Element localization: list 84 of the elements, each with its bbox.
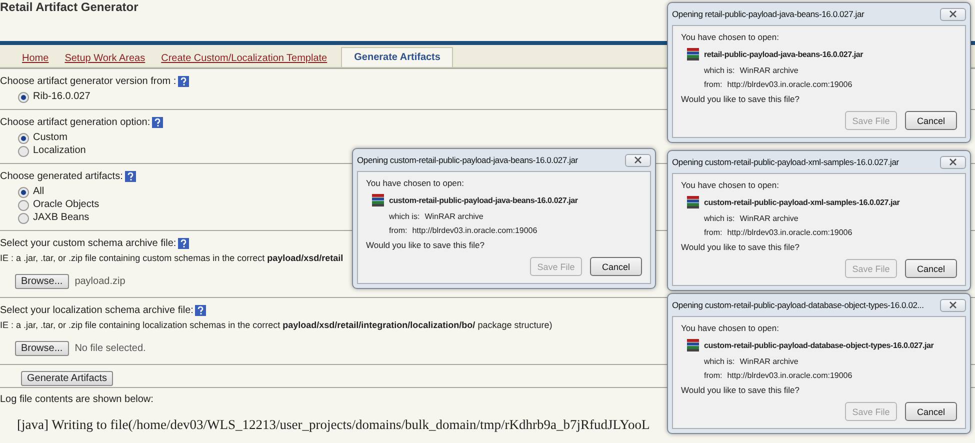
- tab[interactable]: Setup Work Areas: [56, 50, 154, 67]
- dialog-title: Opening custom-retail-public-payload-java-beans-16.0.027.jar: [357, 155, 578, 165]
- field-label: Select your localization schema archive file:: [0, 304, 194, 317]
- field-label: which is:: [389, 212, 420, 221]
- log-line: [java] Writing to file(/home/dev03/WLS_12213/user_projects/domains/bulk_domain/tmp/rKdhrb9a_b7jRfudJLYooL: [17, 417, 650, 433]
- generate-button[interactable]: Generate Artifacts: [21, 371, 114, 386]
- field-label: from:: [704, 80, 722, 89]
- help-icon[interactable]: [178, 238, 190, 249]
- dialog-question: Would you like to save this file?: [366, 240, 486, 250]
- radio-button[interactable]: [18, 186, 29, 198]
- hint-text: IE : a .jar, .tar, or .zip file containing localization schemas in the correct payload/xsd/retail/integration/localization/bo/ package structure): [0, 319, 552, 331]
- cancel-button[interactable]: Cancel: [905, 402, 957, 421]
- dialog-text: You have chosen to open:: [681, 32, 780, 42]
- dialog-question: Would you like to save this file?: [681, 385, 800, 395]
- file-type: WinRAR archive: [740, 214, 798, 223]
- dialog-text: You have chosen to open:: [681, 180, 780, 190]
- file-name: retail-public-payload-java-beans-16.0.027.jar: [704, 50, 864, 58]
- dialog-text: You have chosen to open:: [681, 323, 780, 333]
- dialog-title: Opening custom-retail-public-payload-database-object-types-16.0.02...: [672, 300, 924, 310]
- question-label: Choose artifact generator version from :: [0, 75, 176, 88]
- archive-icon: [686, 338, 700, 352]
- close-icon: [949, 10, 957, 18]
- option-label[interactable]: Rib-16.0.027: [33, 91, 90, 103]
- field-label: which is:: [704, 214, 735, 223]
- close-icon: [949, 301, 957, 309]
- app-title: Retail Artifact Generator: [0, 0, 138, 14]
- dialog-text: You have chosen to open:: [366, 178, 465, 188]
- dialog-title: Opening retail-public-payload-java-beans-16.0.027.jar: [672, 9, 864, 19]
- radio-button[interactable]: [18, 200, 29, 210]
- tab[interactable]: Generate Artifacts: [341, 47, 454, 67]
- radio-button[interactable]: [18, 92, 29, 102]
- question-label: Choose generated artifacts:: [0, 170, 123, 183]
- tab[interactable]: Create Custom/Localization Template: [153, 50, 336, 67]
- tab[interactable]: Home: [14, 50, 57, 67]
- file-name: custom-retail-public-payload-java-beans-16.0.027.jar: [389, 196, 578, 204]
- help-icon[interactable]: [152, 117, 164, 128]
- field-label: which is:: [704, 66, 735, 75]
- field-label: from:: [704, 228, 722, 237]
- hint-text: IE : a .jar, .tar, or .zip file containing custom schemas in the correct payload/xsd/retail: [0, 252, 344, 264]
- source-url: http://blrdev03.in.oracle.com:19006: [727, 80, 852, 89]
- help-icon[interactable]: [178, 76, 190, 87]
- radio-button[interactable]: [18, 146, 29, 156]
- question-label: Choose artifact generation option:: [0, 116, 150, 129]
- option-label[interactable]: All: [33, 186, 44, 198]
- cancel-button[interactable]: Cancel: [905, 111, 957, 130]
- file-name: custom-retail-public-payload-xml-samples-16.0.027.jar: [704, 198, 900, 206]
- file-name: No file selected.: [74, 343, 146, 354]
- close-icon: [634, 156, 642, 164]
- option-label[interactable]: JAXB Beans: [33, 212, 90, 224]
- archive-icon: [686, 47, 700, 61]
- close-button[interactable]: [625, 154, 651, 166]
- browse-button[interactable]: Browse...: [15, 274, 69, 289]
- file-type: WinRAR archive: [424, 212, 484, 221]
- log-label: Log file contents are shown below:: [0, 394, 154, 405]
- radio-button[interactable]: [18, 132, 29, 144]
- cancel-button[interactable]: Cancel: [590, 257, 642, 276]
- option-label[interactable]: Oracle Objects: [33, 199, 100, 211]
- radio-button[interactable]: [18, 212, 29, 224]
- file-name: custom-retail-public-payload-database-object-types-16.0.027.jar: [704, 340, 934, 350]
- file-type: WinRAR archive: [740, 357, 798, 366]
- dialog-question: Would you like to save this file?: [681, 94, 800, 104]
- cancel-button[interactable]: Cancel: [905, 259, 957, 278]
- field-label: from:: [704, 371, 722, 380]
- source-url: http://blrdev03.in.oracle.com:19006: [727, 371, 852, 380]
- archive-icon: [371, 193, 385, 207]
- option-label[interactable]: Localization: [33, 145, 86, 157]
- help-icon[interactable]: [195, 305, 206, 316]
- close-button[interactable]: [940, 298, 966, 312]
- archive-icon: [686, 195, 700, 209]
- file-type: WinRAR archive: [740, 66, 798, 75]
- browse-button[interactable]: Browse...: [15, 341, 69, 356]
- close-button[interactable]: [940, 156, 966, 168]
- close-icon: [949, 158, 957, 166]
- source-url: http://blrdev03.in.oracle.com:19006: [727, 228, 852, 237]
- option-label[interactable]: Custom: [33, 132, 68, 144]
- help-icon[interactable]: [124, 171, 136, 182]
- dialog-title: Opening custom-retail-public-payload-xml-samples-16.0.027.jar: [672, 157, 899, 167]
- file-name: payload.zip: [74, 276, 126, 287]
- source-url: http://blrdev03.in.oracle.com:19006: [412, 226, 538, 235]
- dialog-question: Would you like to save this file?: [681, 242, 800, 252]
- close-button[interactable]: [940, 8, 966, 20]
- field-label: from:: [389, 226, 408, 235]
- field-label: Select your custom schema archive file:: [0, 237, 176, 250]
- field-label: which is:: [704, 357, 735, 366]
